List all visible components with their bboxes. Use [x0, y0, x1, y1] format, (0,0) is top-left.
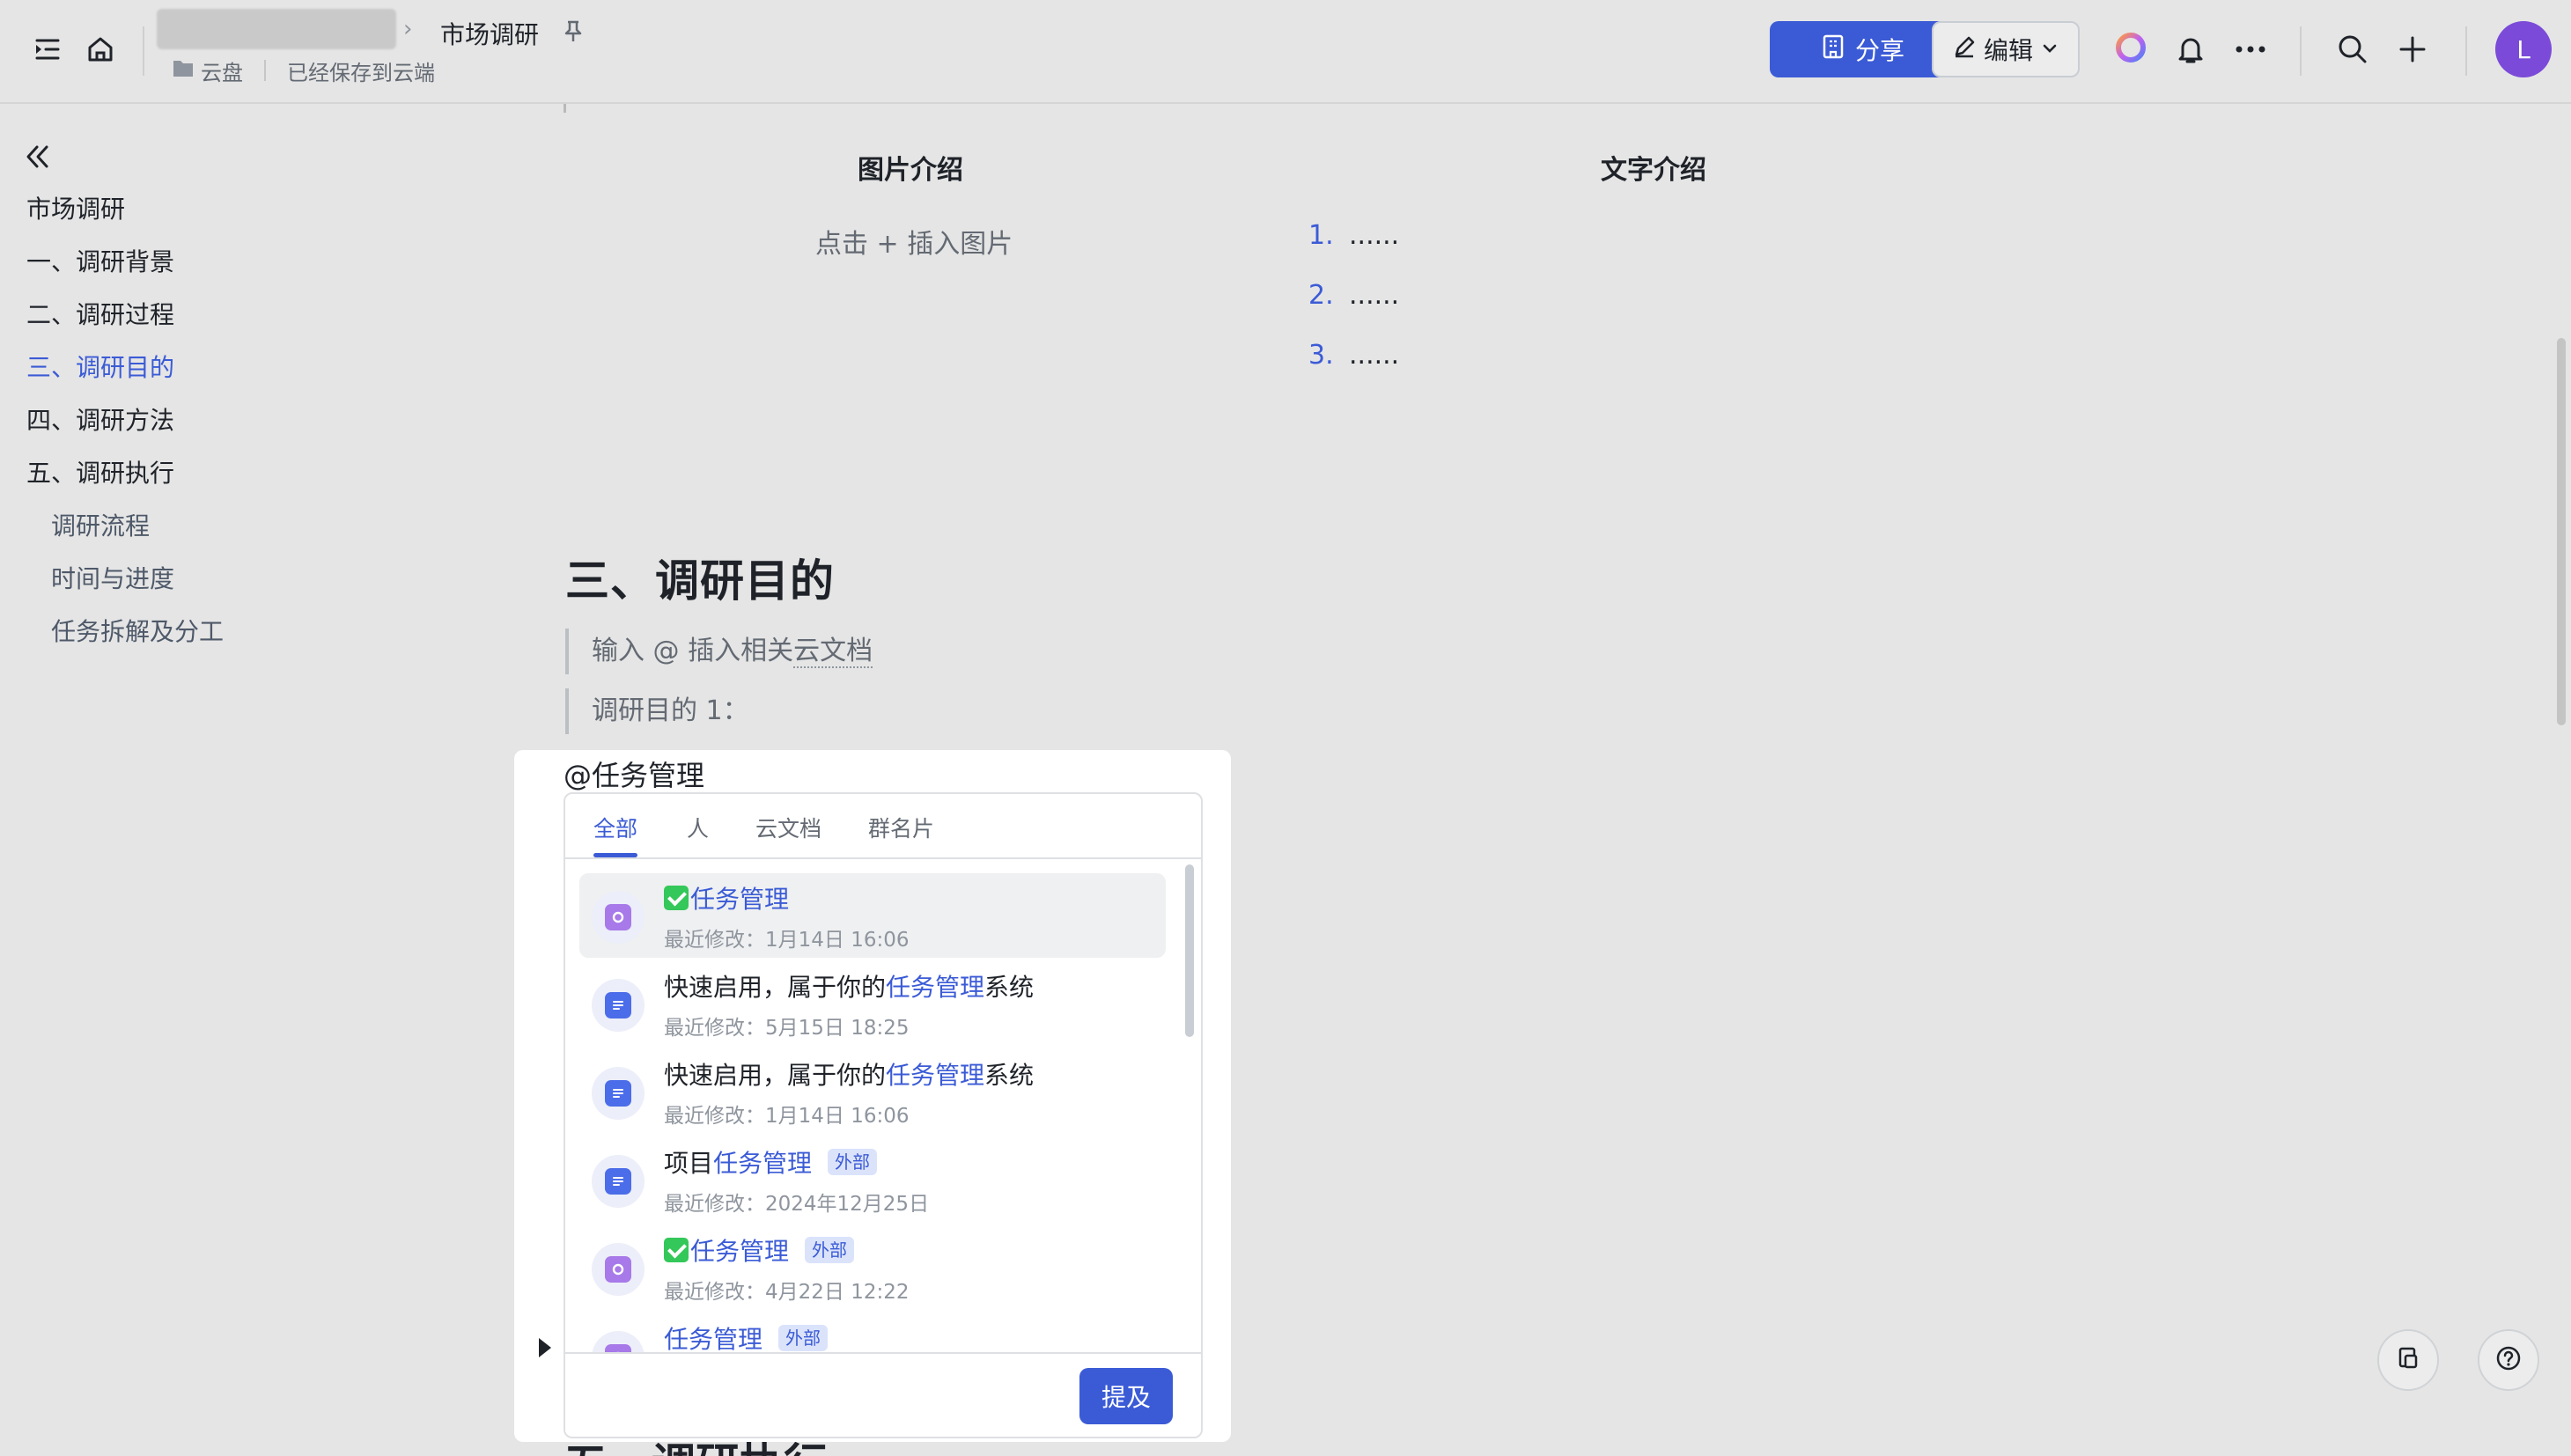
- modified-time: 最近修改：4月22日 12:22: [664, 1281, 910, 1304]
- edit-label: 编辑: [1983, 36, 2033, 65]
- block-edge: [564, 104, 566, 113]
- plus-icon[interactable]: [2395, 32, 2430, 67]
- sidebar-toggle-icon[interactable]: [30, 32, 65, 67]
- chevron-down-icon: [2040, 35, 2059, 64]
- search-icon[interactable]: [2335, 32, 2370, 67]
- folder-icon: [173, 58, 194, 83]
- doc-icon: [592, 979, 645, 1032]
- doc-outline: 市场调研 一、调研背景 二、调研过程 三、调研目的 四、调研方法 五、调研执行 …: [26, 190, 224, 665]
- app-icon: [592, 1243, 645, 1296]
- modified-time: 最近修改：1月14日 16:06: [664, 1105, 910, 1128]
- modified-time: 最近修改：5月15日 18:25: [664, 1017, 910, 1040]
- numbered-list: 1....... 2....... 3.......: [1308, 220, 1399, 400]
- quote-block[interactable]: 输入 @ 插入相关云文档: [565, 629, 873, 674]
- divider: [2465, 26, 2467, 76]
- mention-panel: 全部 人 云文档 群名片 任务管理 最近修改：1月14日 16:06 快速启用，…: [564, 792, 1203, 1438]
- mention-tabs: 全部 人 云文档 群名片: [565, 794, 1201, 859]
- tab-all[interactable]: 全部: [593, 812, 638, 857]
- column-title-text: 文字介绍: [1601, 155, 1706, 186]
- ai-ring-icon[interactable]: [2113, 30, 2148, 65]
- mention-results: 任务管理 最近修改：1月14日 16:06 快速启用，属于你的 任务管理 系统 最近…: [565, 861, 1201, 1352]
- list-item[interactable]: 任务管理 外部 最近修改：4月22日 12:22: [579, 1225, 1166, 1310]
- external-badge: 外部: [805, 1237, 855, 1263]
- mention-submit-button[interactable]: 提及: [1079, 1368, 1173, 1424]
- save-status: 已经保存到云端: [287, 60, 435, 85]
- bell-icon[interactable]: [2173, 32, 2208, 67]
- more-icon[interactable]: [2233, 32, 2268, 67]
- list-item[interactable]: 项目 任务管理 外部 最近修改：2024年12月25日: [579, 1137, 1166, 1222]
- outline-item-method[interactable]: 四、调研方法: [26, 401, 224, 454]
- divider: [2300, 26, 2302, 76]
- list-item[interactable]: 1.......: [1308, 220, 1399, 280]
- results-scrollbar[interactable]: [1185, 864, 1194, 1037]
- expand-caret-icon[interactable]: [539, 1338, 551, 1357]
- pin-icon[interactable]: [560, 18, 586, 44]
- external-badge: 外部: [828, 1149, 878, 1175]
- doc-icon: [592, 1155, 645, 1208]
- external-badge: 外部: [778, 1325, 829, 1351]
- home-icon[interactable]: [83, 32, 118, 67]
- share-label: 分享: [1854, 36, 1904, 65]
- checkmark-icon: [664, 886, 689, 910]
- outline-item-title[interactable]: 市场调研: [26, 190, 224, 243]
- pencil-icon: [1952, 34, 1977, 65]
- outline-item-background[interactable]: 一、调研背景: [26, 243, 224, 296]
- building-icon: [1822, 34, 1845, 65]
- tab-people[interactable]: 人: [687, 812, 709, 857]
- help-button[interactable]: [2478, 1329, 2539, 1391]
- feedback-button[interactable]: [2377, 1329, 2439, 1391]
- outline-item-tasks[interactable]: 任务拆解及分工: [26, 613, 224, 665]
- feedback-icon: [2394, 1344, 2422, 1376]
- section-heading[interactable]: 三、调研目的: [565, 546, 835, 609]
- breadcrumb-separator: ›: [403, 16, 413, 42]
- quote-block[interactable]: 调研目的 1：: [565, 688, 749, 734]
- outline-item-process[interactable]: 二、调研过程: [26, 296, 224, 349]
- edit-mode-button[interactable]: 编辑: [1932, 21, 2080, 77]
- tab-groups[interactable]: 群名片: [868, 812, 934, 857]
- double-chevron-left-icon[interactable]: [21, 141, 53, 173]
- tab-docs[interactable]: 云文档: [755, 812, 821, 857]
- app-icon: [592, 891, 645, 944]
- list-item[interactable]: 快速启用，属于你的 任务管理 系统 最近修改：1月14日 16:06: [579, 1049, 1166, 1134]
- doc-icon: [592, 1067, 645, 1120]
- outline-item-purpose[interactable]: 三、调研目的: [26, 349, 224, 401]
- avatar[interactable]: L: [2495, 21, 2552, 77]
- divider: [143, 26, 144, 76]
- column-title-image: 图片介绍: [858, 155, 963, 186]
- page-scrollbar[interactable]: [2557, 338, 2566, 725]
- modified-time: 最近修改：1月14日 16:06: [664, 929, 910, 952]
- divider: [264, 60, 266, 81]
- list-item[interactable]: 快速启用，属于你的 任务管理 系统 最近修改：5月15日 18:25: [579, 961, 1166, 1046]
- outline-item-flow[interactable]: 调研流程: [26, 507, 224, 560]
- modified-time: 最近修改：2024年12月25日: [664, 1193, 930, 1216]
- insert-image-hint[interactable]: 点击 + 插入图片: [815, 222, 1013, 261]
- top-bar: › 市场调研 云盘 已经保存到云端 分享 编辑 L: [0, 0, 2571, 104]
- share-button[interactable]: 分享: [1770, 21, 1956, 77]
- list-item[interactable]: 2.......: [1308, 280, 1399, 340]
- mention-query[interactable]: @任务管理: [564, 754, 704, 794]
- doc-location: 云盘 已经保存到云端: [173, 56, 435, 85]
- outline-item-schedule[interactable]: 时间与进度: [26, 560, 224, 613]
- app-icon: [592, 1331, 645, 1352]
- checkmark-icon: [664, 1238, 689, 1262]
- doc-title[interactable]: 市场调研: [440, 16, 539, 51]
- location-label[interactable]: 云盘: [201, 55, 243, 86]
- list-item[interactable]: 3.......: [1308, 340, 1399, 400]
- help-icon: [2494, 1344, 2523, 1376]
- list-item[interactable]: 任务管理 最近修改：1月14日 16:06: [579, 873, 1166, 958]
- breadcrumb-parent[interactable]: [157, 9, 396, 49]
- outline-item-execution[interactable]: 五、调研执行: [26, 454, 224, 507]
- mention-footer: 提及: [565, 1352, 1201, 1437]
- list-item[interactable]: 任务管理 外部: [579, 1313, 1166, 1352]
